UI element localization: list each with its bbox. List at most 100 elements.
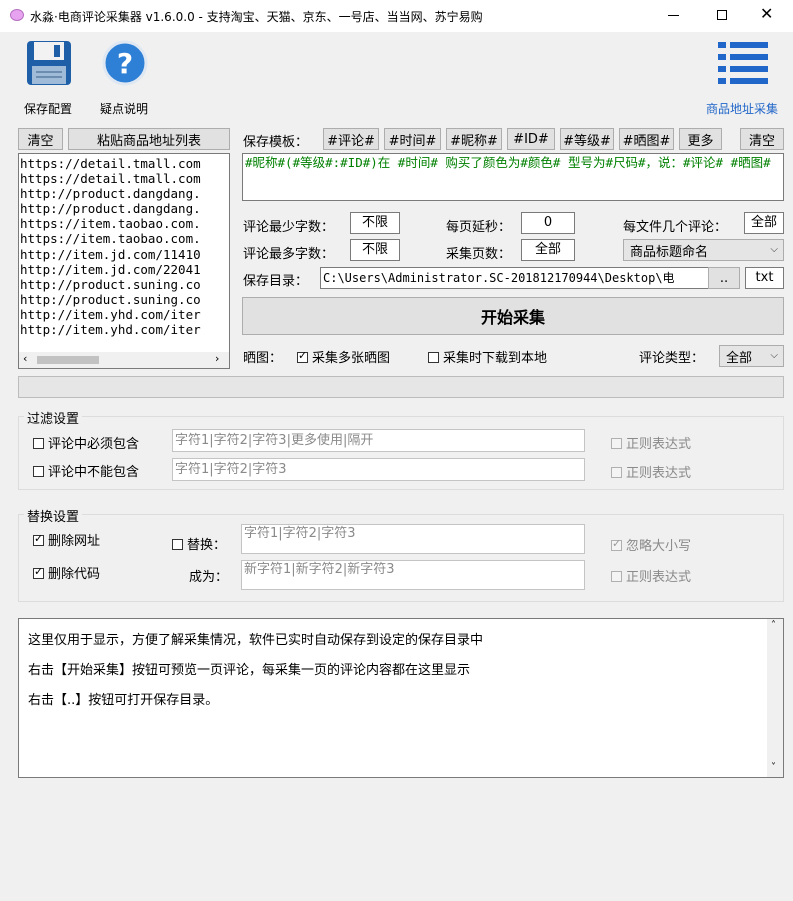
close-icon[interactable]: ✕	[760, 4, 773, 23]
multi-images-label: 采集多张晒图	[312, 351, 391, 366]
min-chars-input[interactable]: 不限	[350, 212, 400, 234]
url-list-item: http://product.suning.co	[20, 276, 201, 292]
more-button[interactable]: 更多	[679, 128, 722, 150]
download-local-label: 采集时下载到本地	[443, 351, 548, 366]
scroll-thumb[interactable]	[37, 356, 99, 364]
scroll-down-icon[interactable]: ˅	[771, 762, 776, 773]
delete-code-checkbox[interactable]: 删除代码	[33, 563, 100, 582]
template-clear-button[interactable]: 清空	[740, 128, 784, 150]
comment-type-select[interactable]: 全部 ⌵	[719, 345, 784, 367]
list-icon	[718, 42, 768, 84]
url-list-item: https://detail.tmall.com	[20, 171, 201, 187]
template-tag-button[interactable]: #昵称#	[446, 128, 502, 150]
to-label: 成为：	[189, 570, 229, 585]
naming-select[interactable]: 商品标题命名 ⌵	[623, 239, 784, 261]
checkbox-icon	[611, 438, 622, 449]
delete-code-label: 删除代码	[48, 567, 101, 582]
template-tag-button[interactable]: #评论#	[323, 128, 379, 150]
checkbox-icon	[611, 571, 622, 582]
paste-urls-button[interactable]: 粘贴商品地址列表	[68, 128, 230, 150]
scroll-right-icon[interactable]: ›	[215, 352, 219, 365]
must-contain-input[interactable]: 字符1|字符2|字符3|更多使用|隔开	[172, 429, 585, 452]
replace-checkbox[interactable]: 替换：	[172, 534, 226, 553]
delete-url-checkbox[interactable]: 删除网址	[33, 530, 100, 549]
regex-checkbox-2[interactable]: 正则表达式	[611, 462, 691, 481]
url-list-item: http://product.dangdang.	[20, 201, 201, 217]
save-config-button[interactable]: 保存配置	[18, 38, 80, 118]
comment-type-value: 全部	[726, 350, 753, 366]
comment-type-label: 评论类型：	[639, 351, 705, 366]
regex-label-1: 正则表达式	[626, 437, 692, 452]
delay-input[interactable]: 0	[521, 212, 575, 234]
scroll-left-icon[interactable]: ‹	[23, 352, 27, 365]
replace-title: 替换设置	[24, 506, 83, 525]
not-contain-checkbox[interactable]: 评论中不能包含	[33, 461, 139, 480]
checkbox-icon	[611, 467, 622, 478]
naming-value: 商品标题命名	[630, 244, 709, 260]
min-chars-label: 评论最少字数：	[243, 220, 335, 235]
url-list-item: http://product.suning.co	[20, 291, 201, 307]
horizontal-scrollbar[interactable]: ‹ ›	[19, 352, 229, 368]
url-list[interactable]: https://detail.tmall.com https://detail.t…	[18, 153, 230, 369]
delay-label: 每页延秒：	[446, 220, 512, 235]
url-collect-label: 商品地址采集	[706, 102, 779, 116]
not-contain-label: 评论中不能包含	[48, 465, 140, 480]
template-tag-button[interactable]: #ID#	[507, 128, 555, 150]
per-file-label: 每文件几个评论：	[623, 220, 728, 235]
ext-input[interactable]: txt	[745, 267, 784, 289]
title-bar: 水淼·电商评论采集器 v1.6.0.0 - 支持淘宝、天猫、京东、一号店、当当网…	[0, 0, 793, 32]
start-button[interactable]: 开始采集	[242, 297, 784, 335]
url-list-item: http://product.dangdang.	[20, 186, 201, 202]
template-text: #昵称#(#等级#:#ID#)在 #时间# 购买了颜色为#颜色# 型号为#尺码#…	[245, 155, 771, 170]
multi-images-checkbox[interactable]: 采集多张晒图	[297, 347, 390, 366]
ignore-case-label: 忽略大小写	[626, 539, 692, 554]
not-contain-input[interactable]: 字符1|字符2|字符3	[172, 458, 585, 481]
pages-input[interactable]: 全部	[521, 239, 575, 261]
checkbox-icon	[172, 539, 183, 550]
floppy-disk-icon	[27, 41, 71, 85]
url-collect-button[interactable]: 商品地址采集	[706, 38, 786, 118]
app-icon	[10, 9, 24, 21]
checkbox-checked-icon	[611, 537, 622, 551]
url-clear-button[interactable]: 清空	[18, 128, 63, 150]
log-area[interactable]: 这里仅用于显示，方便了解采集情况，软件已实时自动保存到设定的保存目录中 右击【开始…	[18, 618, 784, 778]
window-title: 水淼·电商评论采集器 v1.6.0.0 - 支持淘宝、天猫、京东、一号店、当当网…	[30, 10, 483, 24]
url-list-item: https://item.taobao.com.	[20, 231, 201, 247]
template-tag-button[interactable]: #时间#	[384, 128, 441, 150]
filter-title: 过滤设置	[24, 408, 83, 427]
download-local-checkbox[interactable]: 采集时下载到本地	[428, 347, 547, 366]
to-input[interactable]: 新字符1|新字符2|新字符3	[241, 560, 585, 590]
help-button[interactable]: ? 疑点说明	[94, 38, 156, 118]
template-tag-button[interactable]: #晒图#	[619, 128, 674, 150]
url-list-item: http://item.jd.com/22041	[20, 261, 201, 277]
vertical-scrollbar[interactable]: ˄ ˅	[767, 619, 783, 777]
scroll-up-icon[interactable]: ˄	[771, 620, 776, 631]
per-file-input[interactable]: 全部	[744, 212, 784, 234]
regex-checkbox-1[interactable]: 正则表达式	[611, 433, 691, 452]
browse-button[interactable]: ..	[708, 267, 740, 289]
replace-regex-label: 正则表达式	[626, 570, 692, 585]
checkbox-checked-icon	[33, 565, 44, 579]
template-label: 保存模板：	[243, 135, 309, 150]
ignore-case-checkbox[interactable]: 忽略大小写	[611, 535, 691, 554]
question-icon: ?	[102, 40, 148, 86]
replace-regex-checkbox[interactable]: 正则表达式	[611, 566, 691, 585]
minimize-icon[interactable]	[668, 15, 679, 16]
regex-label-2: 正则表达式	[626, 466, 692, 481]
replace-input[interactable]: 字符1|字符2|字符3	[241, 524, 585, 554]
url-list-item: http://item.jd.com/11410	[20, 246, 201, 262]
images-label: 晒图：	[243, 351, 283, 366]
pages-label: 采集页数：	[446, 247, 512, 262]
delete-url-label: 删除网址	[48, 534, 101, 549]
template-textarea[interactable]: #昵称#(#等级#:#ID#)在 #时间# 购买了颜色为#颜色# 型号为#尺码#…	[242, 153, 784, 201]
save-dir-input[interactable]: C:\Users\Administrator.SC-201812170944\D…	[320, 267, 740, 289]
max-chars-label: 评论最多字数：	[243, 247, 335, 262]
chevron-down-icon: ⌵	[770, 350, 778, 361]
checkbox-checked-icon	[297, 349, 308, 363]
log-line: 右击【..】按钮可打开保存目录。	[28, 693, 219, 708]
maximize-icon[interactable]	[717, 10, 727, 20]
must-contain-checkbox[interactable]: 评论中必须包含	[33, 433, 139, 452]
max-chars-input[interactable]: 不限	[350, 239, 400, 261]
template-tag-button[interactable]: #等级#	[560, 128, 614, 150]
log-line: 右击【开始采集】按钮可预览一页评论，每采集一页的评论内容都在这里显示	[28, 663, 471, 678]
